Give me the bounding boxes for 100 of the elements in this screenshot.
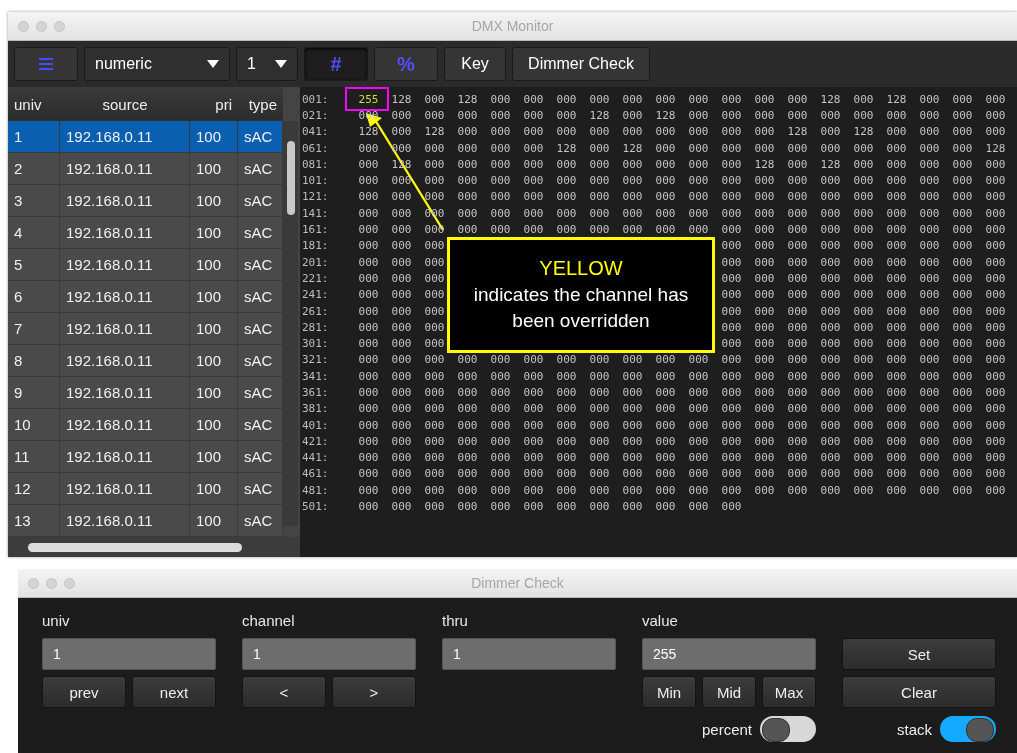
channel-value: 000	[423, 386, 446, 399]
channel-value: 000	[555, 157, 578, 171]
table-row[interactable]: 11 192.168.0.11 100 sAC	[8, 441, 283, 473]
channel-value: 000	[885, 402, 908, 416]
channel-value: 000	[885, 369, 908, 383]
table-row[interactable]: 6 192.168.0.11 100 sAC	[8, 281, 283, 313]
step-button[interactable]: Min	[642, 676, 696, 708]
channel-value: 000	[390, 125, 413, 139]
channel-value: 000	[852, 386, 875, 399]
channel-value: 000	[720, 451, 743, 465]
toggle-switch[interactable]	[760, 716, 816, 742]
mode-dropdown[interactable]: numeric	[84, 47, 230, 81]
channel-value: 000	[390, 304, 413, 318]
channel-value: 000	[720, 108, 743, 122]
toolbar-button[interactable]: Key	[444, 47, 506, 81]
channel-value: 000	[819, 141, 842, 155]
window-close-button[interactable]	[28, 577, 39, 589]
channel-value: 128	[390, 92, 413, 106]
column-header[interactable]: univ	[8, 87, 60, 121]
channel-value: 000	[456, 125, 479, 139]
channel-value: 000	[786, 141, 809, 155]
channel-value: 000	[786, 418, 809, 432]
table-row[interactable]: 1 192.168.0.11 100 sAC	[8, 121, 283, 153]
channel-value: 000	[951, 125, 974, 139]
table-row[interactable]: 7 192.168.0.11 100 sAC	[8, 313, 283, 345]
channel-value: 000	[687, 402, 710, 416]
channel-value: 000	[819, 369, 842, 383]
channel-value: 000	[555, 467, 578, 481]
table-row[interactable]: 8 192.168.0.11 100 sAC	[8, 345, 283, 377]
channel-value: 000	[357, 320, 380, 334]
scrollbar-thumb[interactable]	[28, 542, 242, 552]
table-cell: 100	[190, 473, 238, 504]
channel-value: 000	[918, 223, 941, 236]
channel-value: 000	[720, 304, 743, 318]
channel-value: 000	[852, 239, 875, 253]
channel-value: 000	[753, 288, 776, 302]
channel-value: 000	[852, 467, 875, 481]
table-cell: 5	[8, 249, 60, 280]
table-cell: 192.168.0.11	[60, 473, 190, 504]
table-row[interactable]: 10 192.168.0.11 100 sAC	[8, 409, 283, 441]
channel-value: 000	[687, 190, 710, 204]
table-row[interactable]: 2 192.168.0.11 100 sAC	[8, 153, 283, 185]
step-button[interactable]: prev	[42, 676, 126, 708]
table-row[interactable]: 3 192.168.0.11 100 sAC	[8, 185, 283, 217]
step-button[interactable]: next	[132, 676, 216, 708]
input-field[interactable]: 1	[442, 638, 616, 670]
channel-value: 000	[918, 206, 941, 220]
input-field[interactable]: 255	[642, 638, 816, 670]
channel-value: 000	[522, 223, 545, 236]
channel-value: 128	[852, 125, 875, 139]
column-header[interactable]: pri	[190, 87, 238, 121]
channel-value: 000	[522, 369, 545, 383]
channel-value: 000	[522, 108, 545, 122]
channel-value: 000	[687, 141, 710, 155]
toggle-switch[interactable]	[940, 716, 996, 742]
table-row[interactable]: 12 192.168.0.11 100 sAC	[8, 473, 283, 505]
step-button[interactable]: <	[242, 676, 326, 708]
step-button[interactable]: >	[332, 676, 416, 708]
channel-value: 000	[984, 353, 1007, 367]
window-minimize-button[interactable]	[46, 577, 57, 589]
channel-value: 000	[819, 174, 842, 188]
channel-value: 000	[555, 451, 578, 465]
table-row[interactable]: 5 192.168.0.11 100 sAC	[8, 249, 283, 281]
table-row[interactable]: 4 192.168.0.11 100 sAC	[8, 217, 283, 249]
scrollbar-thumb[interactable]	[286, 141, 295, 215]
channel-value: 000	[720, 418, 743, 432]
channel-value: 000	[885, 190, 908, 204]
channel-value: 000	[753, 386, 776, 399]
channel-value: 000	[423, 223, 446, 236]
window-close-button[interactable]	[18, 20, 29, 32]
channel-value: 000	[918, 467, 941, 481]
menu-button[interactable]	[14, 47, 78, 81]
column-header[interactable]: source	[60, 87, 190, 121]
channel-value: 000	[984, 239, 1007, 253]
channel-value: 000	[720, 239, 743, 253]
window-zoom-button[interactable]	[64, 577, 75, 589]
channel-value: 000	[522, 434, 545, 448]
toggle-label: percent	[701, 720, 752, 738]
channel-value: 000	[918, 353, 941, 367]
column-header[interactable]: type	[238, 87, 283, 121]
input-field[interactable]: 1	[42, 638, 216, 670]
channel-value: 000	[885, 467, 908, 481]
step-button[interactable]: Mid	[702, 676, 756, 708]
table-row[interactable]: 9 192.168.0.11 100 sAC	[8, 377, 283, 409]
window-zoom-button[interactable]	[54, 20, 65, 32]
channel-value: 000	[522, 190, 545, 204]
channel-value: 000	[489, 190, 512, 204]
channel-value: 000	[654, 157, 677, 171]
input-field[interactable]: 1	[242, 638, 416, 670]
channel-value: 000	[852, 206, 875, 220]
window-minimize-button[interactable]	[36, 20, 47, 32]
action-button[interactable]: Clear	[842, 676, 996, 708]
action-button[interactable]: Set	[842, 638, 996, 670]
step-button[interactable]: Max	[762, 676, 816, 708]
channel-value: 128	[984, 141, 1007, 155]
channel-value: 000	[423, 402, 446, 416]
channel-value: 000	[390, 206, 413, 220]
table-row[interactable]: 13 192.168.0.11 100 sAC	[8, 505, 283, 537]
universe-dropdown[interactable]: 1	[236, 47, 298, 81]
toolbar-button[interactable]: Dimmer Check	[512, 47, 650, 81]
